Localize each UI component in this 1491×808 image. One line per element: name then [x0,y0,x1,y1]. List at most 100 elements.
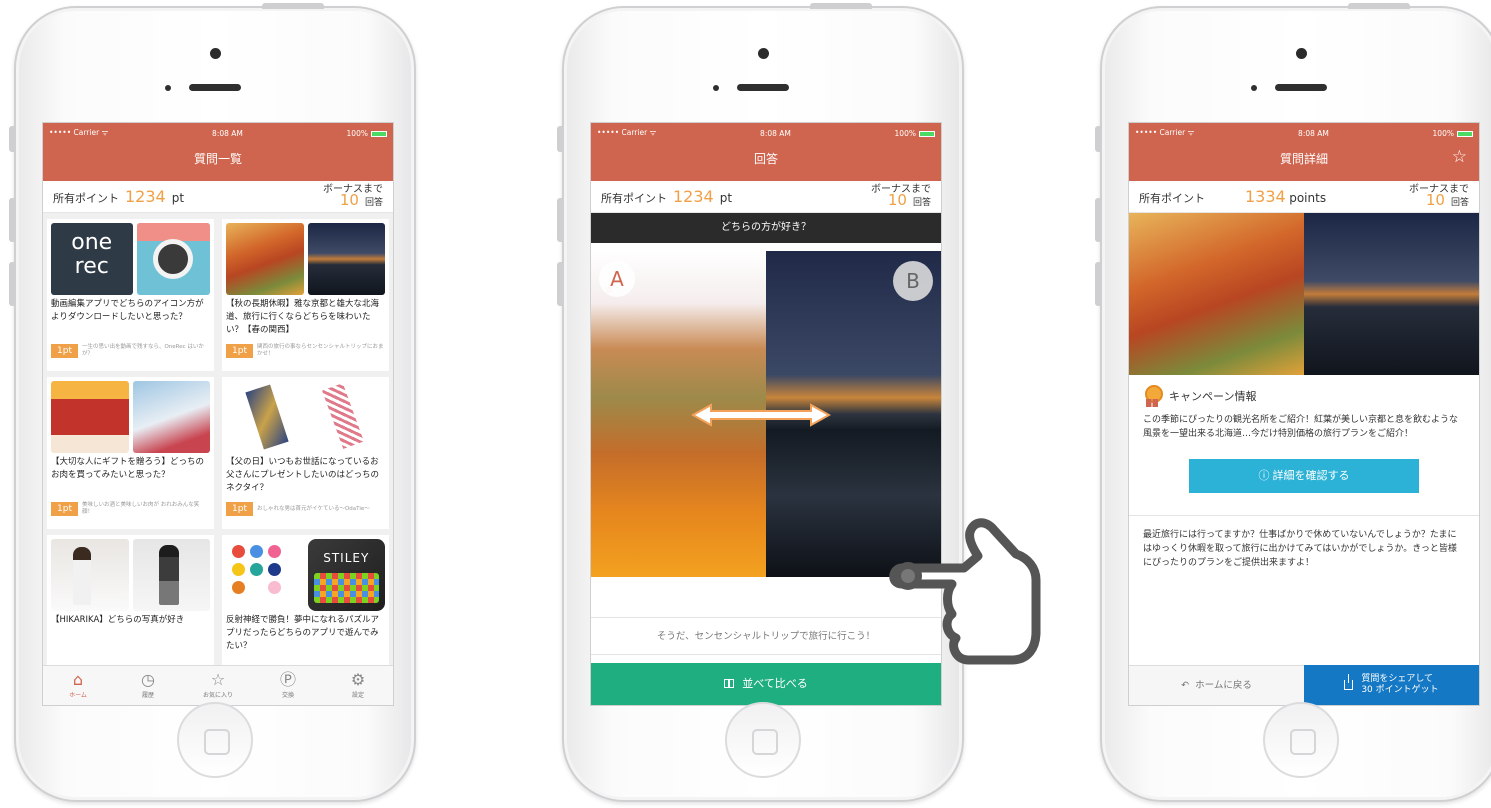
bonus-unit: 回答 [1450,198,1469,208]
question-card[interactable]: 【大切な人にギフトを贈ろう】どっちのお肉を買ってみたいと思った？ 1pt 美味し… [47,377,214,529]
points-unit: points [1289,191,1327,205]
points-label: 所有ポイント [53,192,119,205]
volume-down-button [9,262,15,306]
split-view-icon [724,679,735,688]
tab-bar: ⌂ ホーム ◷ 履歴 ☆ お気に入り Ⓟ 交換 ⚙ 設定 [43,665,393,705]
hardware-home-button[interactable] [725,702,801,778]
favorite-star-icon[interactable]: ☆ [1452,147,1467,167]
earpiece-speaker [1275,84,1327,91]
stiley-logo-text: STILEY [323,551,370,565]
back-to-home-button[interactable]: ↶ ホームに戻る [1129,665,1304,705]
volume-down-button [1095,262,1101,306]
share-question-button[interactable]: 質問をシェアして 30 ポイントゲット [1304,665,1479,705]
earpiece-speaker [189,84,241,91]
tab-favorites[interactable]: ☆ お気に入り [183,666,253,705]
tab-label: ホーム [69,692,87,699]
volume-switch [1095,126,1101,152]
option-b-badge: B [893,261,933,301]
owned-points: 所有ポイント 1234 pt [53,187,184,206]
battery-icon [918,130,935,137]
tab-history[interactable]: ◷ 履歴 [113,666,183,705]
power-button [1348,3,1410,9]
hardware-home-button[interactable] [177,702,253,778]
bonus-counter: ボーナスまで 10 回答 [1409,184,1469,209]
tab-exchange[interactable]: Ⓟ 交換 [253,666,323,705]
front-camera [210,48,221,59]
volume-up-button [557,198,563,242]
tab-settings[interactable]: ⚙ 設定 [323,666,393,705]
detail-bottom-bar: ↶ ホームに戻る 質問をシェアして 30 ポイントゲット [1129,665,1479,705]
points-bar: 所有ポイント 1234 pt ボーナスまで 10 回答 [43,181,393,213]
page-title: 回答 [753,152,778,166]
power-button [810,3,872,9]
model-photo-a [51,539,129,611]
card-title: 動画編集アプリでどちらのアイコン方がよりダウンロードしたいと思った？ [51,299,204,322]
bonus-counter: ボーナスまで 10 回答 [323,184,383,209]
option-a-badge: A [599,261,635,297]
owned-points: 所有ポイント 1234 pt [601,187,732,206]
proximity-sensor [1251,85,1257,91]
home-icon: ⌂ [72,670,84,689]
tab-home[interactable]: ⌂ ホーム [43,666,113,705]
point-badge: 1pt [51,502,78,516]
points-unit: pt [719,191,733,205]
phone-frame-answer: ••••• Carrier ᯤ 8:08 AM 100% 回答 所有ポイント 1… [557,3,964,802]
stiley-app-icon: STILEY [307,539,385,611]
volume-up-button [1095,198,1101,242]
card-subtitle: 関西の旅行の事ならセンセンシャルトリップにおまかせ！ [256,344,384,357]
tab-label: 履歴 [141,692,154,699]
campaign-body: この季節にぴったりの観光名所をご紹介！紅葉が美しい京都と息を飲むような風景を一望… [1143,415,1459,439]
clock-label: 8:08 AM [760,128,791,138]
question-card[interactable]: 【父の日】いつもお世話になっているお父さんにプレゼントしたいのはどっちのネクタイ… [222,377,389,529]
share-label-line2: 30 ポイントゲット [1361,685,1439,695]
card-title: 【父の日】いつもお世話になっているお父さんにプレゼントしたいのはどっちのネクタイ… [226,457,380,493]
question-grid: one rec 動画編集アプリでどちらのアイコン方がよりダウンロードしたいと思っ… [43,213,393,665]
points-value: 1234 [125,187,166,206]
question-list-screen: ••••• Carrier ᯤ 8:08 AM 100% 質問一覧 所有ポイント… [42,122,394,706]
card-title: 【秋の長期休暇】雅な京都と雄大な北海道、旅行に行くならどちらを味わいたい？【春の… [226,299,380,335]
question-card[interactable]: STILEY 反射神経で勝負！夢中になれるパズルアプリだったらどちらのアプリで遊… [222,535,389,665]
page-title: 質問一覧 [193,152,242,166]
battery-icon [1456,130,1473,137]
page-title: 質問詳細 [1279,152,1328,166]
card-title: 【大切な人にギフトを贈ろう】どっちのお肉を買ってみたいと思った？ [51,457,205,480]
share-icon [1344,674,1354,690]
model-photo-b [132,539,210,611]
points-label: 所有ポイント [601,192,667,205]
necktie-photo-a [226,381,304,453]
nav-bar: ••••• Carrier ᯤ 8:08 AM 100% 質問一覧 [43,123,393,181]
exchange-icon: Ⓟ [279,670,296,689]
earpiece-speaker [737,84,789,91]
medal-icon [1143,385,1163,407]
card-title: 【HIKARIKA】どちらの写真が好き [51,615,185,625]
battery-indicator: 100% [895,129,935,138]
meat-gift-photo [51,381,129,453]
battery-icon [370,130,387,137]
phone-frame-list: ••••• Carrier ᯤ 8:08 AM 100% 質問一覧 所有ポイント… [9,3,416,802]
necktie-photo-b [307,381,385,453]
bonus-unit: 回答 [912,198,931,208]
battery-percent: 100% [1432,128,1454,138]
tab-label: 交換 [281,692,294,699]
phone-frame-detail: ••••• Carrier ᯤ 8:08 AM 100% 質問詳細 ☆ 所有ポイ… [1095,3,1491,802]
status-bar: ••••• Carrier ᯤ 8:08 AM 100% [1129,123,1479,143]
card-subtitle: おしゃれな男は首元がイケている〜OdaTie〜 [256,505,370,512]
question-card[interactable]: one rec 動画編集アプリでどちらのアイコン方がよりダウンロードしたいと思っ… [47,219,214,371]
hardware-home-button[interactable] [1263,702,1339,778]
campaign-title: キャンペーン情報 [1169,390,1257,403]
question-card[interactable]: 【HIKARIKA】どちらの写真が好き [47,535,214,665]
view-details-button[interactable]: ⓘ 詳細を確認する [1189,459,1419,493]
point-badge: 1pt [226,502,253,516]
points-value: 1234 [673,187,714,206]
card-title: 反射神経で勝負！夢中になれるパズルアプリだったらどちらのアプリで遊んでみたい？ [226,615,380,651]
battery-indicator: 100% [1433,129,1473,138]
clock-label: 8:08 AM [212,128,243,138]
question-card[interactable]: 【秋の長期休暇】雅な京都と雄大な北海道、旅行に行くならどちらを味わいたい？【春の… [222,219,389,371]
camera-app-icon [136,223,210,295]
dots-app-icon [226,539,304,611]
bonus-value: 10 [1425,191,1445,209]
owned-points: 所有ポイント 1334 points [1139,187,1326,206]
bonus-counter: ボーナスまで 10 回答 [871,184,931,209]
question-detail-screen: ••••• Carrier ᯤ 8:08 AM 100% 質問詳細 ☆ 所有ポイ… [1128,122,1480,706]
autumn-photo [226,223,304,295]
